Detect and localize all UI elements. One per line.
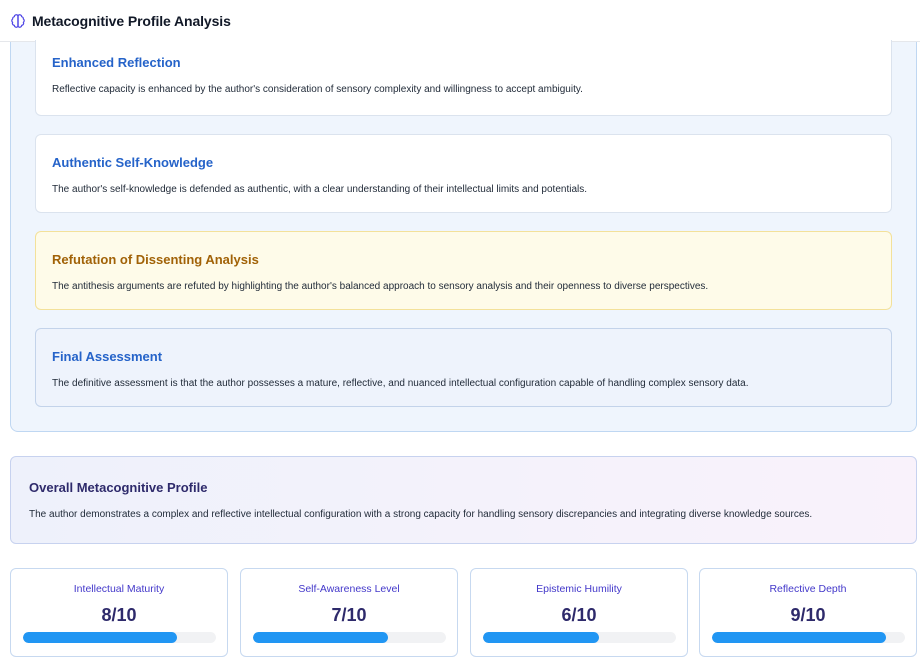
app-header: Metacognitive Profile Analysis (0, 0, 920, 42)
metric-label: Reflective Depth (769, 583, 847, 595)
overall-profile-text: The author demonstrates a complex and re… (29, 509, 813, 520)
progress-track (23, 632, 216, 643)
progress-fill (712, 632, 886, 643)
metric-label: Self-Awareness Level (298, 583, 400, 595)
metric-value: 8/10 (101, 605, 137, 625)
progress-fill (23, 632, 178, 643)
section-text: The antithesis arguments are refuted by … (52, 281, 709, 292)
metric-card-self-awareness: Self-Awareness Level 7/10 (240, 568, 458, 657)
section-text: Reflective capacity is enhanced by the a… (52, 84, 583, 95)
section-card-refutation: Refutation of Dissenting Analysis The an… (35, 231, 892, 310)
section-card-authentic-self-knowledge: Authentic Self-Knowledge The author's se… (35, 134, 892, 213)
section-title: Authentic Self-Knowledge (52, 155, 214, 170)
metric-card-intellectual-maturity: Intellectual Maturity 8/10 (10, 568, 228, 657)
metric-card-epistemic-humility: Epistemic Humility 6/10 (470, 568, 688, 657)
section-text: The author's self-knowledge is defended … (52, 184, 587, 195)
page-title: Metacognitive Profile Analysis (32, 12, 231, 29)
progress-track (483, 632, 676, 643)
section-title: Enhanced Reflection (52, 55, 181, 70)
metric-value: 6/10 (561, 605, 597, 625)
progress-track (712, 632, 905, 643)
overall-profile-title: Overall Metacognitive Profile (29, 480, 208, 495)
section-card-enhanced-reflection: Enhanced Reflection Reflective capacity … (35, 40, 892, 116)
brain-icon (11, 13, 25, 28)
metric-card-reflective-depth: Reflective Depth 9/10 (699, 568, 917, 657)
section-title: Refutation of Dissenting Analysis (52, 252, 259, 267)
section-text: The definitive assessment is that the au… (52, 378, 749, 389)
metric-value: 7/10 (331, 605, 367, 625)
overall-profile-card: Overall Metacognitive Profile The author… (10, 456, 917, 544)
metric-value: 9/10 (790, 605, 826, 625)
analysis-panel: Enhanced Reflection Reflective capacity … (10, 40, 917, 432)
section-card-final-assessment: Final Assessment The definitive assessme… (35, 328, 892, 407)
progress-track (253, 632, 446, 643)
metric-label: Intellectual Maturity (73, 583, 165, 595)
section-title: Final Assessment (52, 349, 163, 364)
progress-fill (483, 632, 599, 643)
progress-fill (253, 632, 389, 643)
metric-label: Epistemic Humility (536, 583, 622, 595)
